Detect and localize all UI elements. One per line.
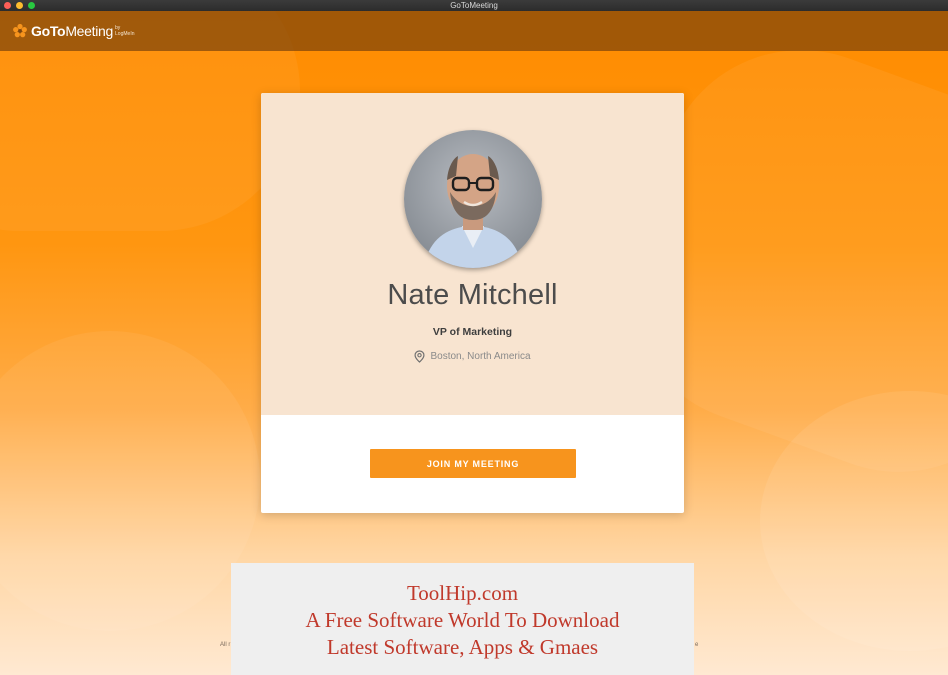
location-text: Boston, North America [430, 351, 531, 362]
watermark-banner: ToolHip.com A Free Software World To Dow… [231, 563, 694, 675]
window-minimize-button[interactable] [16, 2, 23, 9]
watermark-line: Latest Software, Apps & Gmaes [326, 635, 599, 659]
gotomeeting-logo[interactable]: GoTo Meeting by LogMeIn [12, 23, 139, 39]
logo-text-meeting: Meeting [65, 23, 114, 39]
map-pin-icon [414, 350, 425, 363]
avatar [404, 130, 542, 268]
organizer-profile-card: Nate Mitchell VP of Marketing Boston, No… [261, 93, 684, 513]
window-close-button[interactable] [4, 2, 11, 9]
profile-photo [404, 130, 542, 268]
gotomeeting-flower-icon [13, 23, 27, 38]
logo-tagline: by LogMeIn [115, 25, 135, 37]
window-title: GoToMeeting [450, 1, 498, 10]
watermark-line: ToolHip.com [406, 581, 519, 605]
organizer-location: Boston, North America [261, 350, 684, 363]
watermark-line: A Free Software World To Download [305, 608, 620, 632]
profile-section: Nate Mitchell VP of Marketing Boston, No… [261, 93, 684, 415]
organizer-role: VP of Marketing [432, 326, 513, 338]
logo-text-goto: GoTo [31, 23, 66, 39]
window-titlebar: GoToMeeting [0, 0, 948, 11]
background-shape [0, 331, 260, 631]
footer-text: e [695, 642, 699, 648]
footer-text: All r [220, 642, 231, 648]
organizer-name: Nate Mitchell [387, 279, 558, 311]
window-maximize-button[interactable] [28, 2, 35, 9]
app-header: GoTo Meeting by LogMeIn [0, 11, 948, 51]
join-meeting-button[interactable]: JOIN MY MEETING [370, 449, 576, 478]
